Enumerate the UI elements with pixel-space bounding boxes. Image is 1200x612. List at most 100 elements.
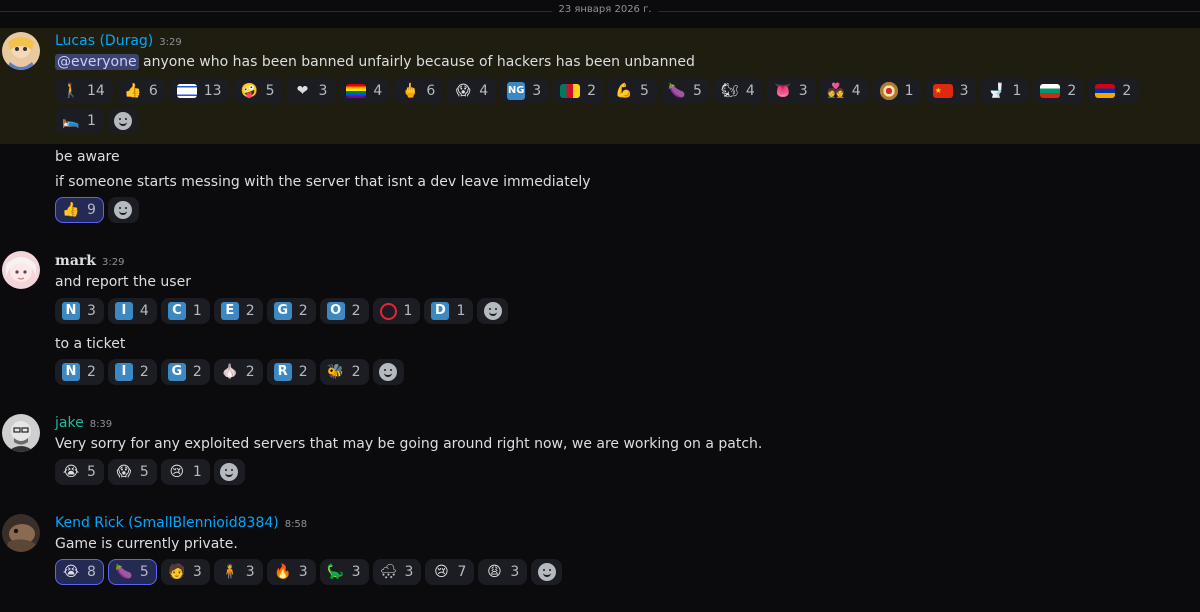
reaction-chip[interactable]: C1 <box>160 298 210 324</box>
timestamp[interactable]: 3:29 <box>102 257 124 268</box>
fire-icon: 🔥 <box>273 564 292 580</box>
reaction-count: 2 <box>245 364 255 380</box>
message-text: and report the user <box>55 274 191 290</box>
reaction-chip[interactable]: G2 <box>160 359 210 385</box>
reaction-chip[interactable]: 😩 3 <box>478 559 528 585</box>
reaction-chip[interactable]: 🦕 3 <box>319 559 369 585</box>
reaction-chip[interactable]: 🧄 2 <box>213 359 263 385</box>
add-reaction-button[interactable] <box>477 298 509 324</box>
reaction-chip[interactable]: NG 3 <box>500 78 550 104</box>
garlic-icon: 🧄 <box>221 364 239 380</box>
reaction-chip[interactable]: 4 <box>339 78 391 104</box>
letter-d-icon: D <box>431 302 450 320</box>
reaction-chip[interactable]: I4 <box>107 298 157 324</box>
timestamp[interactable]: 8:39 <box>90 419 112 430</box>
message-text: if someone starts messing with the serve… <box>55 174 591 190</box>
weary-face-icon: 😩 <box>487 564 502 580</box>
bed-icon: 🛌 <box>62 113 80 129</box>
reaction-count: 3 <box>192 564 202 580</box>
reaction-count: 5 <box>87 464 96 480</box>
person-icon: 🧍 <box>221 564 239 580</box>
reactions-bar: 👍 9 <box>55 197 1175 223</box>
reaction-count: 1 <box>403 303 413 319</box>
reaction-chip[interactable]: E2 <box>213 298 263 324</box>
reaction-chip[interactable]: 🌨 3 <box>372 559 422 585</box>
reaction-chip[interactable]: D1 <box>424 298 474 324</box>
reaction-chip[interactable]: R2 <box>266 359 316 385</box>
reaction-chip[interactable]: 2 <box>1033 78 1085 104</box>
reaction-chip[interactable]: N2 <box>55 359 104 385</box>
timestamp[interactable]: 8:58 <box>285 519 307 530</box>
reaction-chip[interactable]: 2 <box>1088 78 1140 104</box>
add-reaction-button[interactable] <box>213 459 245 485</box>
reaction-count: 6 <box>148 83 158 99</box>
username[interactable]: Kend Rick (SmallBlennioid8384) <box>55 515 279 531</box>
cloud-snow-icon: 🌨 <box>379 564 398 580</box>
reaction-chip[interactable]: 🐿 4 <box>713 78 763 104</box>
reaction-chip[interactable]: 🍆 5 <box>107 559 157 585</box>
reaction-chip[interactable]: 🛌 1 <box>55 108 104 134</box>
dinosaur-icon: 🦕 <box>326 564 345 580</box>
reaction-chip[interactable]: 😱 5 <box>107 459 157 485</box>
reaction-chip[interactable]: 🖕 6 <box>394 78 444 104</box>
message-header: mark 3:29 <box>55 253 124 271</box>
mention[interactable]: @everyone <box>55 54 139 70</box>
username[interactable]: jake <box>55 415 84 431</box>
reaction-chip[interactable]: 👍 6 <box>116 78 166 104</box>
reaction-chip[interactable]: ★ 3 <box>925 78 977 104</box>
message-header: Lucas (Durag) 3:29 <box>55 33 182 51</box>
reaction-chip[interactable]: 2 <box>553 78 605 104</box>
message-continuation: be aware if someone starts messing with … <box>0 144 1200 230</box>
reaction-chip[interactable]: 😱 4 <box>447 78 497 104</box>
crying-face-icon: 😭 <box>62 464 80 480</box>
reaction-chip[interactable]: N3 <box>55 298 104 324</box>
letter-r-icon: R <box>273 363 292 381</box>
reaction-count: 2 <box>587 83 597 99</box>
reaction-chip[interactable]: 💑 4 <box>819 78 869 104</box>
reaction-count: 7 <box>457 564 467 580</box>
avatar[interactable] <box>2 32 40 70</box>
avatar[interactable] <box>2 514 40 552</box>
reaction-chip[interactable]: 1 <box>872 78 922 104</box>
reaction-chip[interactable]: 🚶 14 <box>55 78 113 104</box>
message-kend-rick: Kend Rick (SmallBlennioid8384) 8:58 Game … <box>0 510 1200 590</box>
reaction-chip[interactable]: 😢 7 <box>425 559 475 585</box>
china-flag-icon: ★ <box>932 84 953 98</box>
reaction-chip[interactable]: 👍 9 <box>55 197 104 223</box>
reaction-chip[interactable]: I2 <box>107 359 157 385</box>
reaction-chip[interactable]: 😭 5 <box>55 459 104 485</box>
reaction-chip[interactable]: 1 <box>372 298 421 324</box>
reaction-chip[interactable]: ❤ 3 <box>286 78 336 104</box>
reaction-chip[interactable]: 😭 8 <box>55 559 104 585</box>
reaction-chip[interactable]: 🐝 2 <box>319 359 369 385</box>
reaction-chip[interactable]: O2 <box>319 298 369 324</box>
reaction-count: 2 <box>87 364 96 380</box>
reaction-chip[interactable]: 😢 1 <box>160 459 210 485</box>
avatar[interactable] <box>2 251 40 289</box>
reaction-chip[interactable]: 👅 3 <box>766 78 816 104</box>
reaction-chip[interactable]: G2 <box>266 298 316 324</box>
reaction-chip[interactable]: 🚽 1 <box>980 78 1030 104</box>
reaction-chip[interactable]: 🤪 5 <box>233 78 283 104</box>
target-icon <box>879 82 898 100</box>
add-reaction-icon <box>114 201 133 219</box>
username[interactable]: mark <box>55 253 96 269</box>
reactions-bar: N 2 I 2 G 2 🧄 2 R 2 🐝 2 <box>55 359 1175 385</box>
add-reaction-button[interactable] <box>531 559 563 585</box>
reaction-count: 3 <box>351 564 361 580</box>
avatar[interactable] <box>2 414 40 452</box>
timestamp[interactable]: 3:29 <box>159 37 181 48</box>
reaction-chip[interactable]: 🧍 3 <box>213 559 263 585</box>
reaction-chip[interactable]: 🍆 5 <box>660 78 710 104</box>
bulgaria-flag-icon <box>1040 84 1061 98</box>
reaction-chip[interactable]: 🔥 3 <box>266 559 316 585</box>
reaction-chip[interactable]: 13 <box>169 78 230 104</box>
reaction-chip[interactable]: 💪 5 <box>608 78 657 104</box>
username[interactable]: Lucas (Durag) <box>55 33 153 49</box>
reaction-count: 3 <box>245 564 255 580</box>
reaction-chip[interactable]: 🧑 3 <box>160 559 210 585</box>
add-reaction-button[interactable] <box>107 197 139 223</box>
add-reaction-button[interactable] <box>107 108 139 134</box>
add-reaction-button[interactable] <box>372 359 404 385</box>
reaction-count: 2 <box>298 364 308 380</box>
